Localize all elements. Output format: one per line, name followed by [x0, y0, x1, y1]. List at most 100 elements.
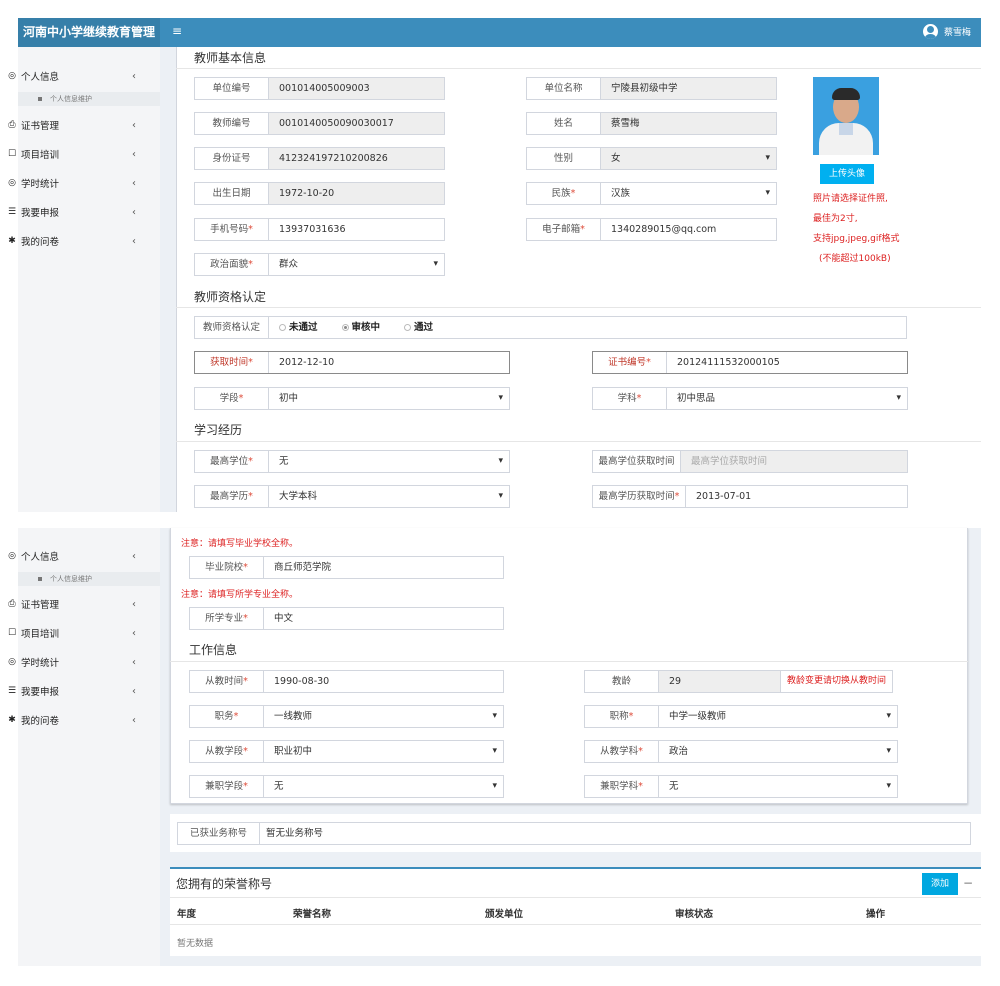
sidebar-item-cert[interactable]: ⎙ 证书管理 ‹: [6, 118, 136, 133]
field-label: 最高学历获取时间*: [593, 486, 686, 507]
education-select[interactable]: 最高学历* 大学本科: [194, 485, 510, 508]
sidebar-item-label: 我要申报: [21, 208, 60, 219]
sidebar-item-label: 项目培训: [21, 150, 60, 161]
part-subject-select[interactable]: 兼职学科* 无: [584, 775, 898, 798]
politics-select[interactable]: 政治面貌* 群众: [194, 253, 445, 276]
radio-reviewing[interactable]: 审核中: [341, 317, 380, 338]
field-label: 学段*: [195, 388, 269, 409]
major-note: 注意：请填写所学专业全称。: [181, 590, 299, 600]
switch-teach-time-button[interactable]: 教龄变更请切换从教时间: [780, 670, 894, 693]
degree-select[interactable]: 最高学位* 无: [194, 450, 510, 473]
stage-select[interactable]: 学段* 初中: [194, 387, 510, 410]
photo-note: 照片请选择证件照,: [813, 194, 888, 204]
bullet-icon: [38, 97, 42, 101]
field-value: 无: [269, 451, 509, 472]
sidebar-item-survey[interactable]: ✱ 我的问卷 ‹: [6, 713, 136, 728]
sidebar-item-personal-info[interactable]: ◎ 个人信息 ‹: [6, 549, 136, 564]
radio-passed[interactable]: 通过: [404, 317, 433, 338]
sidebar-item-training[interactable]: ☐ 项目培训 ‹: [6, 147, 136, 162]
asterisk-icon: ✱: [8, 236, 16, 246]
sidebar-item-personal-info[interactable]: ◎ 个人信息 ‹: [6, 69, 136, 84]
subject-select[interactable]: 学科* 初中思品: [592, 387, 908, 410]
column-header-issuer: 颁发单位: [485, 909, 524, 920]
education-time-field[interactable]: 最高学历获取时间* 2013-07-01: [592, 485, 908, 508]
teach-subject-select[interactable]: 从教学科* 政治: [584, 740, 898, 763]
field-label: 兼职学科*: [585, 776, 659, 797]
photo-note: 支持jpg,jpeg,gif格式: [813, 234, 900, 244]
square-icon: ☐: [7, 628, 17, 638]
teach-start-field[interactable]: 从教时间* 1990-08-30: [189, 670, 504, 693]
chevron-left-icon: ‹: [132, 550, 136, 562]
chevron-left-icon: ‹: [132, 627, 136, 639]
add-honor-button[interactable]: 添加: [922, 873, 958, 895]
upload-avatar-button[interactable]: 上传头像: [820, 164, 874, 184]
sidebar-item-apply[interactable]: ☰ 我要申报 ‹: [6, 205, 136, 220]
teach-stage-select[interactable]: 从教学段* 职业初中: [189, 740, 504, 763]
field-value: 13937031636: [279, 224, 346, 235]
part-stage-select[interactable]: 兼职学段* 无: [189, 775, 504, 798]
teach-years-field[interactable]: 教龄 29: [584, 670, 781, 693]
radio-not-passed[interactable]: 未通过: [279, 317, 318, 338]
field-value: 女: [601, 148, 776, 169]
field-value: 中学一级教师: [659, 706, 897, 727]
field-label: 出生日期: [195, 183, 269, 204]
sidebar-subitem-personal-maintenance[interactable]: 个人信息维护: [18, 92, 160, 106]
sidebar: [18, 47, 160, 512]
field-value: 商丘师范学院: [274, 562, 332, 573]
teacher-no-field[interactable]: 教师编号 0010140050090030017: [194, 112, 445, 135]
field-label: 从教学段*: [190, 741, 264, 762]
email-field[interactable]: 电子邮箱* 1340289015@qq.com: [526, 218, 777, 241]
collapse-icon[interactable]: −: [963, 876, 973, 890]
rank-select[interactable]: 职称* 中学一级教师: [584, 705, 898, 728]
get-time-field[interactable]: 获取时间* 2012-12-10: [194, 351, 510, 374]
field-value: 1972-10-20: [269, 183, 444, 204]
field-value: 中文: [274, 613, 294, 624]
top-navbar: 河南中小学继续教育管理 ≡ 蔡雪梅: [18, 18, 981, 47]
sidebar-item-training[interactable]: ☐ 项目培训 ‹: [6, 626, 136, 641]
unit-name-field[interactable]: 单位名称 宁陵县初级中学: [526, 77, 777, 100]
sidebar-toggle-icon[interactable]: ≡: [172, 24, 182, 38]
birth-date-field[interactable]: 出生日期 1972-10-20: [194, 182, 445, 205]
sidebar-item-cert[interactable]: ⎙ 证书管理 ‹: [6, 597, 136, 612]
chevron-left-icon: ‹: [132, 177, 136, 189]
degree-time-field[interactable]: 最高学位获取时间 最高学位获取时间: [592, 450, 908, 473]
field-value: 大学本科: [269, 486, 509, 507]
school-field[interactable]: 毕业院校* 商丘师范学院: [189, 556, 504, 579]
field-label: 民族*: [527, 183, 601, 204]
field-label: 教龄: [585, 671, 659, 692]
sidebar-lower: [18, 528, 160, 966]
circle-icon: ◎: [8, 657, 16, 667]
sidebar-item-apply[interactable]: ☰ 我要申报 ‹: [6, 684, 136, 699]
sidebar-item-label: 证书管理: [21, 121, 60, 132]
sidebar-item-survey[interactable]: ✱ 我的问卷 ‹: [6, 234, 136, 249]
field-label: 性别: [527, 148, 601, 169]
ethnic-select[interactable]: 民族* 汉族: [526, 182, 777, 205]
cert-no-field[interactable]: 证书编号* 20124111532000105: [592, 351, 908, 374]
user-menu[interactable]: 蔡雪梅: [922, 24, 971, 39]
id-no-field[interactable]: 身份证号 412324197210200826: [194, 147, 445, 170]
app-logo-title[interactable]: 河南中小学继续教育管理: [18, 18, 160, 47]
sidebar-item-hours[interactable]: ◎ 学时统计 ‹: [6, 176, 136, 191]
bullet-icon: [38, 577, 42, 581]
column-header-year: 年度: [177, 909, 197, 920]
field-label: 教师编号: [195, 113, 269, 134]
business-title-field[interactable]: 已获业务称号 暂无业务称号: [177, 822, 971, 845]
sidebar-item-label: 学时统计: [21, 658, 60, 669]
sidebar-subitem-personal-maintenance[interactable]: 个人信息维护: [18, 572, 160, 586]
field-value: 政治: [659, 741, 897, 762]
section-title-study: 学习经历: [194, 423, 243, 437]
divider: [170, 924, 981, 925]
field-value: 0010140050090030017: [269, 113, 444, 134]
field-value: 2013-07-01: [696, 491, 752, 502]
field-label: 政治面貌*: [195, 254, 269, 275]
phone-field[interactable]: 手机号码* 13937031636: [194, 218, 445, 241]
major-field[interactable]: 所学专业* 中文: [189, 607, 504, 630]
field-value: 1990-08-30: [274, 676, 330, 687]
name-field[interactable]: 姓名 蔡雪梅: [526, 112, 777, 135]
sidebar-item-hours[interactable]: ◎ 学时统计 ‹: [6, 655, 136, 670]
radio-icon: [404, 324, 412, 331]
gender-select[interactable]: 性别 女: [526, 147, 777, 170]
field-value: 群众: [269, 254, 444, 275]
duty-select[interactable]: 职务* 一线教师: [189, 705, 504, 728]
unit-code-field[interactable]: 单位编号 001014005009003: [194, 77, 445, 100]
